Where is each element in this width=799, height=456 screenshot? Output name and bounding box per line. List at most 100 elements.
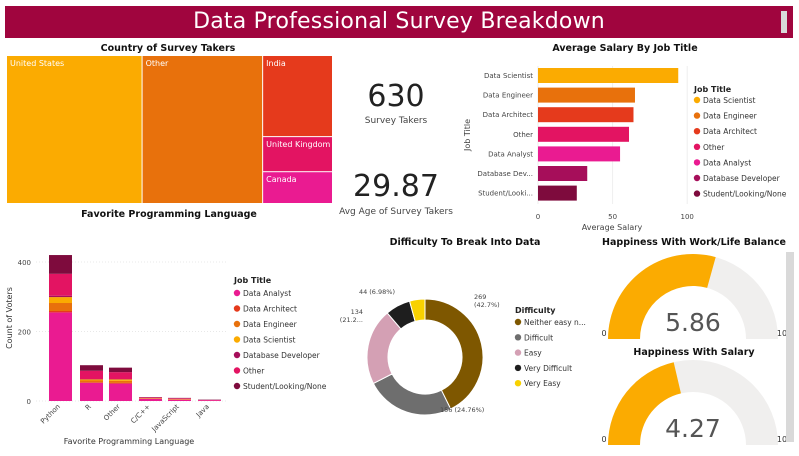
kpi-avg-age-label: Avg Age of Survey Takers — [339, 207, 453, 217]
salary-legend-marker — [693, 159, 701, 166]
kpi-survey-takers-label: Survey Takers — [365, 116, 428, 126]
language-legend-marker — [233, 382, 241, 390]
language-bar-python-data-architect[interactable] — [49, 310, 72, 313]
language-bar-java-data-analyst[interactable] — [198, 400, 221, 401]
salary-bar-student-looking-none[interactable] — [538, 185, 577, 201]
language-legend-marker — [233, 351, 241, 359]
salary-bar-data-engineer[interactable] — [538, 87, 635, 103]
salary-category-label: Data Engineer — [483, 92, 533, 100]
difficulty-legend-item[interactable]: Neither easy n... — [524, 318, 586, 327]
kpi-survey-takers-value: 630 — [367, 79, 424, 114]
salary-legend-marker — [693, 143, 701, 150]
salary-legend-item[interactable]: Student/Looking/None — [703, 190, 787, 199]
language-bar-python-data-scientist[interactable] — [49, 297, 72, 304]
language-legend-item[interactable]: Data Architect — [243, 305, 297, 314]
work-life-gauge-min: 0 — [601, 329, 606, 338]
treemap-label-other: Other — [146, 59, 169, 68]
donut-data-label: 269 (42.7%) — [474, 293, 500, 309]
salary-legend-item[interactable]: Data Engineer — [703, 112, 758, 121]
language-legend-marker — [233, 320, 241, 328]
work-life-gauge-value: 5.86 — [665, 308, 721, 337]
language-bar-other-data-architect[interactable] — [109, 382, 132, 384]
language-legend-item[interactable]: Other — [243, 367, 265, 376]
treemap-label-canada: Canada — [266, 175, 297, 184]
salary-bar-data-scientist[interactable] — [538, 68, 679, 83]
treemap-cell-other[interactable] — [142, 56, 263, 203]
salary-legend-title: Job Title — [693, 85, 732, 94]
language-bar-other-student-looking-none[interactable] — [109, 367, 132, 373]
language-bar-r-data-engineer[interactable] — [80, 380, 103, 383]
language-y-axis-label: Count of Voters — [5, 287, 14, 349]
difficulty-legend-item[interactable]: Difficult — [524, 333, 553, 342]
language-bar-r-data-analyst[interactable] — [80, 382, 103, 401]
work-life-gauge-title: Happiness With Work/Life Balance — [602, 237, 786, 248]
language-category-label: Python — [39, 403, 62, 426]
language-bar-c-c-other[interactable] — [139, 397, 162, 399]
page-scrollbar[interactable] — [786, 252, 794, 442]
country-chart-title: Country of Survey Takers — [101, 43, 236, 54]
language-bar-python-data-engineer[interactable] — [49, 303, 72, 311]
salary-legend-item[interactable]: Data Scientist — [703, 96, 756, 105]
difficulty-legend-marker — [514, 334, 522, 341]
donut-slice-neither-easy-nor-difficult[interactable] — [424, 298, 484, 410]
language-legend-marker — [233, 289, 241, 297]
salary-x-tick: 100 — [681, 213, 694, 221]
salary-gauge-title: Happiness With Salary — [633, 347, 755, 358]
difficulty-legend-item[interactable]: Easy — [524, 349, 542, 358]
treemap-label-india: India — [266, 59, 286, 68]
language-bar-javascript-other[interactable] — [168, 398, 191, 399]
salary-x-axis-label: Average Salary — [582, 223, 643, 232]
salary-legend-marker — [693, 174, 701, 182]
difficulty-legend-item[interactable]: Very Difficult — [524, 364, 572, 373]
language-bar-r-student-looking-none[interactable] — [80, 365, 103, 371]
language-category-label: Other — [102, 403, 122, 423]
salary-legend-marker — [693, 128, 701, 135]
salary-bar-chart: Average Salary By Job Title Data Scienti… — [463, 43, 787, 232]
treemap-cell-india[interactable] — [263, 56, 332, 137]
treemap-cell-united-states[interactable] — [7, 56, 142, 203]
salary-bar-other[interactable] — [538, 126, 630, 142]
language-legend-marker — [233, 305, 241, 312]
difficulty-legend-item[interactable]: Very Easy — [524, 379, 561, 388]
language-bar-c-c-data-analyst[interactable] — [139, 398, 162, 401]
salary-category-label: Data Analyst — [488, 150, 533, 158]
treemap-label-united-states: United States — [10, 59, 64, 68]
language-bar-r-data-scientist[interactable] — [80, 379, 103, 381]
language-bar-r-other[interactable] — [80, 370, 103, 380]
language-stacked-bar-chart: 0200400 Python R Other C/C++JavaScript Java … — [5, 255, 327, 446]
language-y-tick: 200 — [18, 329, 31, 337]
language-bar-javascript-data-analyst[interactable] — [168, 399, 191, 401]
salary-category-label: Data Scientist — [484, 72, 533, 80]
language-bar-other-data-analyst[interactable] — [109, 383, 132, 401]
salary-x-tick: 50 — [608, 213, 617, 221]
language-y-tick: 0 — [27, 398, 31, 406]
difficulty-chart-title: Difficulty To Break Into Data — [390, 237, 541, 248]
language-legend-item[interactable]: Student/Looking/None — [243, 382, 327, 391]
salary-bar-data-analyst[interactable] — [538, 146, 621, 162]
language-bar-r-data-architect[interactable] — [80, 382, 103, 383]
salary-legend-item[interactable]: Database Developer — [703, 174, 781, 183]
language-legend-item[interactable]: Data Engineer — [243, 320, 298, 329]
language-bar-python-data-analyst[interactable] — [49, 312, 72, 401]
salary-legend-item[interactable]: Data Analyst — [703, 158, 751, 167]
language-bar-python-database-developer[interactable] — [49, 295, 72, 298]
language-bar-other-data-scientist[interactable] — [109, 379, 132, 381]
language-legend-item[interactable]: Database Developer — [243, 351, 321, 360]
language-bar-other-data-engineer[interactable] — [109, 380, 132, 383]
language-category-label: JavaScript — [150, 403, 181, 434]
language-bar-python-student-looking-none[interactable] — [49, 255, 72, 274]
language-legend-item[interactable]: Data Scientist — [243, 336, 296, 345]
salary-category-label: Other — [513, 131, 533, 139]
difficulty-legend-marker — [514, 349, 522, 356]
language-bar-other-other[interactable] — [109, 372, 132, 380]
dashboard: Data Professional Survey Breakdown Count… — [0, 0, 799, 456]
salary-bar-database-developer[interactable] — [538, 166, 588, 181]
salary-legend-item[interactable]: Other — [703, 143, 725, 152]
salary-bar-data-architect[interactable] — [538, 107, 634, 123]
salary-legend-item[interactable]: Data Architect — [703, 127, 757, 136]
language-legend-item[interactable]: Data Analyst — [243, 289, 291, 298]
salary-chart-title: Average Salary By Job Title — [552, 43, 697, 54]
language-bar-python-other[interactable] — [49, 273, 72, 296]
difficulty-legend-marker — [514, 380, 522, 387]
salary-y-axis-label: Job Title — [463, 119, 472, 152]
